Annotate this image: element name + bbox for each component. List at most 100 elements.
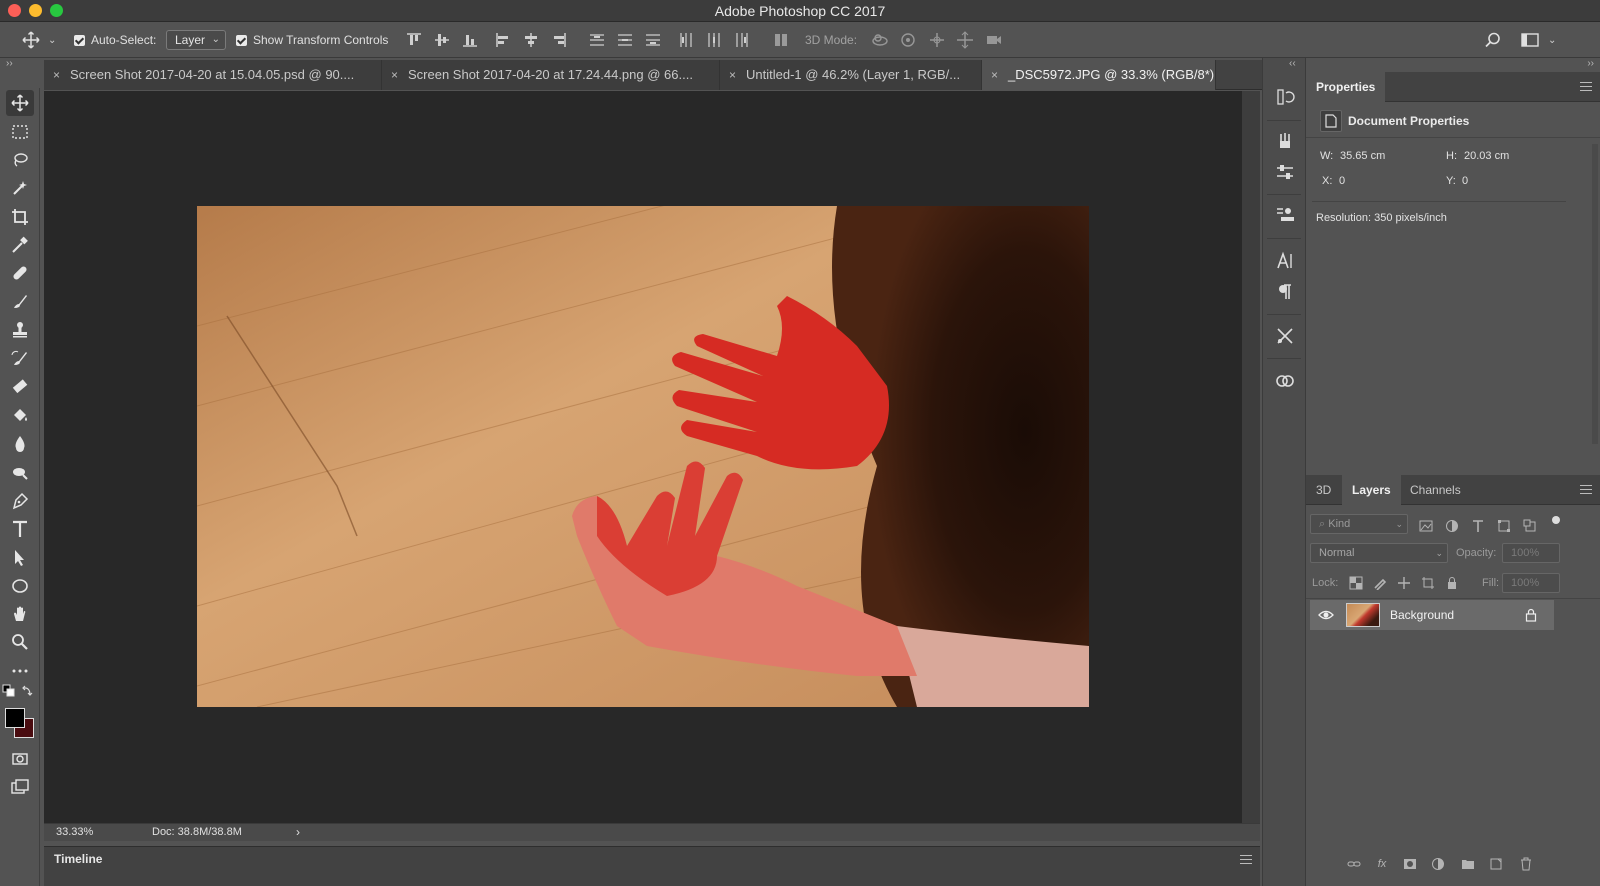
lasso-tool-icon[interactable]: [6, 147, 34, 173]
x-value[interactable]: 0: [1339, 175, 1345, 187]
properties-scrollbar[interactable]: [1592, 144, 1598, 444]
align-top-edges-icon[interactable]: [405, 31, 423, 49]
clone-source-panel-icon[interactable]: [1274, 204, 1296, 226]
pen-tool-icon[interactable]: [6, 488, 34, 514]
lock-all-icon[interactable]: [1444, 575, 1460, 591]
libraries-panel-icon[interactable]: [1274, 370, 1296, 392]
y-value[interactable]: 0: [1462, 175, 1468, 187]
vertical-scrollbar[interactable]: [1242, 91, 1260, 823]
tab-3d[interactable]: 3D: [1306, 475, 1341, 505]
default-colors-icon[interactable]: [2, 684, 16, 698]
show-transform-check-icon[interactable]: [236, 34, 247, 46]
paint-bucket-tool-icon[interactable]: [6, 403, 34, 429]
3d-scale-camera-icon[interactable]: [985, 31, 1003, 49]
3d-roll-icon[interactable]: [899, 31, 917, 49]
close-tab-icon[interactable]: ×: [729, 60, 736, 90]
3d-orbit-icon[interactable]: [871, 31, 889, 49]
type-tool-icon[interactable]: [6, 516, 34, 542]
fill-field[interactable]: 100%: [1502, 573, 1560, 593]
auto-align-layers-icon[interactable]: [772, 31, 790, 49]
tool-preset-chevron-icon[interactable]: ⌄: [48, 22, 56, 58]
search-icon[interactable]: [1484, 31, 1502, 49]
quick-selection-tool-icon[interactable]: [6, 175, 34, 201]
rectangular-marquee-tool-icon[interactable]: [6, 119, 34, 145]
document-tab[interactable]: × Screen Shot 2017-04-20 at 17.24.44.png…: [382, 60, 720, 90]
blend-mode-dropdown[interactable]: Normal ⌄: [1310, 543, 1448, 563]
layer-row[interactable]: Background: [1310, 600, 1554, 630]
tab-properties[interactable]: Properties: [1306, 72, 1386, 102]
tab-channels[interactable]: Channels: [1400, 475, 1471, 505]
swap-colors-icon[interactable]: [20, 684, 34, 698]
new-adjustment-layer-icon[interactable]: [1430, 856, 1446, 872]
zoom-level[interactable]: 33.33%: [56, 826, 93, 838]
eye-icon[interactable]: [1318, 607, 1334, 623]
zoom-tool-icon[interactable]: [6, 629, 34, 655]
auto-select-check-icon[interactable]: [74, 34, 85, 46]
healing-brush-tool-icon[interactable]: [6, 260, 34, 286]
align-bottom-edges-icon[interactable]: [461, 31, 479, 49]
link-layers-icon[interactable]: [1346, 856, 1362, 872]
filter-smart-objects-icon[interactable]: [1522, 518, 1538, 534]
add-layer-mask-icon[interactable]: [1402, 856, 1418, 872]
filter-type-layers-icon[interactable]: [1470, 518, 1486, 534]
foreground-color-swatch[interactable]: [5, 708, 25, 728]
collapse-dock-icon[interactable]: ‹‹: [1289, 58, 1296, 69]
lock-transparent-pixels-icon[interactable]: [1348, 575, 1364, 591]
workspace-switcher-icon[interactable]: [1521, 31, 1539, 49]
new-layer-icon[interactable]: [1488, 856, 1504, 872]
close-tab-icon[interactable]: ×: [991, 60, 998, 90]
height-value[interactable]: 20.03 cm: [1464, 150, 1509, 162]
document-image[interactable]: [197, 206, 1089, 707]
document-tab[interactable]: × Screen Shot 2017-04-20 at 15.04.05.psd…: [44, 60, 382, 90]
clone-stamp-tool-icon[interactable]: [6, 317, 34, 343]
lock-icon[interactable]: [1524, 608, 1538, 622]
quick-mask-icon[interactable]: [6, 746, 34, 772]
tab-layers[interactable]: Layers: [1342, 475, 1401, 505]
layer-effects-icon[interactable]: fx: [1374, 856, 1390, 872]
status-menu-arrow-icon[interactable]: ›: [296, 825, 300, 839]
ellipse-tool-icon[interactable]: [6, 573, 34, 599]
move-tool-preset-icon[interactable]: [22, 31, 40, 49]
auto-select-checkbox[interactable]: Auto-Select:: [74, 22, 156, 58]
distribute-top-icon[interactable]: [588, 31, 606, 49]
eraser-tool-icon[interactable]: [6, 374, 34, 400]
opacity-field[interactable]: 100%: [1502, 543, 1560, 563]
workspace-chevron-icon[interactable]: ⌄: [1548, 22, 1556, 58]
collapse-toolbar-icon[interactable]: ››: [6, 58, 13, 69]
3d-slide-icon[interactable]: [956, 31, 974, 49]
lock-image-pixels-icon[interactable]: [1372, 575, 1388, 591]
align-horizontal-centers-icon[interactable]: [522, 31, 540, 49]
show-transform-controls-checkbox[interactable]: Show Transform Controls: [236, 22, 388, 58]
distribute-bottom-icon[interactable]: [644, 31, 662, 49]
auto-select-dropdown[interactable]: Layer ⌄: [166, 30, 227, 50]
collapse-panels-icon[interactable]: ››: [1587, 58, 1594, 69]
blur-tool-icon[interactable]: [6, 431, 34, 457]
filter-shape-layers-icon[interactable]: [1496, 518, 1512, 534]
3d-pan-icon[interactable]: [928, 31, 946, 49]
brush-settings-panel-icon[interactable]: [1274, 161, 1296, 183]
crop-tool-icon[interactable]: [6, 204, 34, 230]
filter-toggle-icon[interactable]: [1552, 516, 1560, 524]
timeline-label[interactable]: Timeline: [54, 852, 102, 866]
layers-menu-icon[interactable]: [1580, 485, 1592, 494]
distribute-vertical-centers-icon[interactable]: [616, 31, 634, 49]
close-tab-icon[interactable]: ×: [53, 60, 60, 90]
document-tab-active[interactable]: × _DSC5972.JPG @ 33.3% (RGB/8*): [982, 60, 1216, 90]
layer-name[interactable]: Background: [1390, 608, 1454, 622]
new-group-icon[interactable]: [1460, 856, 1476, 872]
align-right-edges-icon[interactable]: [550, 31, 568, 49]
move-tool-icon[interactable]: [6, 90, 34, 116]
filter-pixel-layers-icon[interactable]: [1418, 518, 1434, 534]
brush-tool-icon[interactable]: [6, 289, 34, 315]
timeline-menu-icon[interactable]: [1240, 855, 1252, 864]
screen-mode-icon[interactable]: [6, 774, 34, 800]
align-vertical-centers-icon[interactable]: [433, 31, 451, 49]
close-tab-icon[interactable]: ×: [391, 60, 398, 90]
tool-presets-panel-icon[interactable]: [1274, 325, 1296, 347]
distribute-horizontal-centers-icon[interactable]: [705, 31, 723, 49]
history-brush-tool-icon[interactable]: [6, 346, 34, 372]
eyedropper-tool-icon[interactable]: [6, 232, 34, 258]
distribute-left-icon[interactable]: [677, 31, 695, 49]
history-panel-icon[interactable]: [1274, 86, 1296, 108]
lock-artboard-icon[interactable]: [1420, 575, 1436, 591]
